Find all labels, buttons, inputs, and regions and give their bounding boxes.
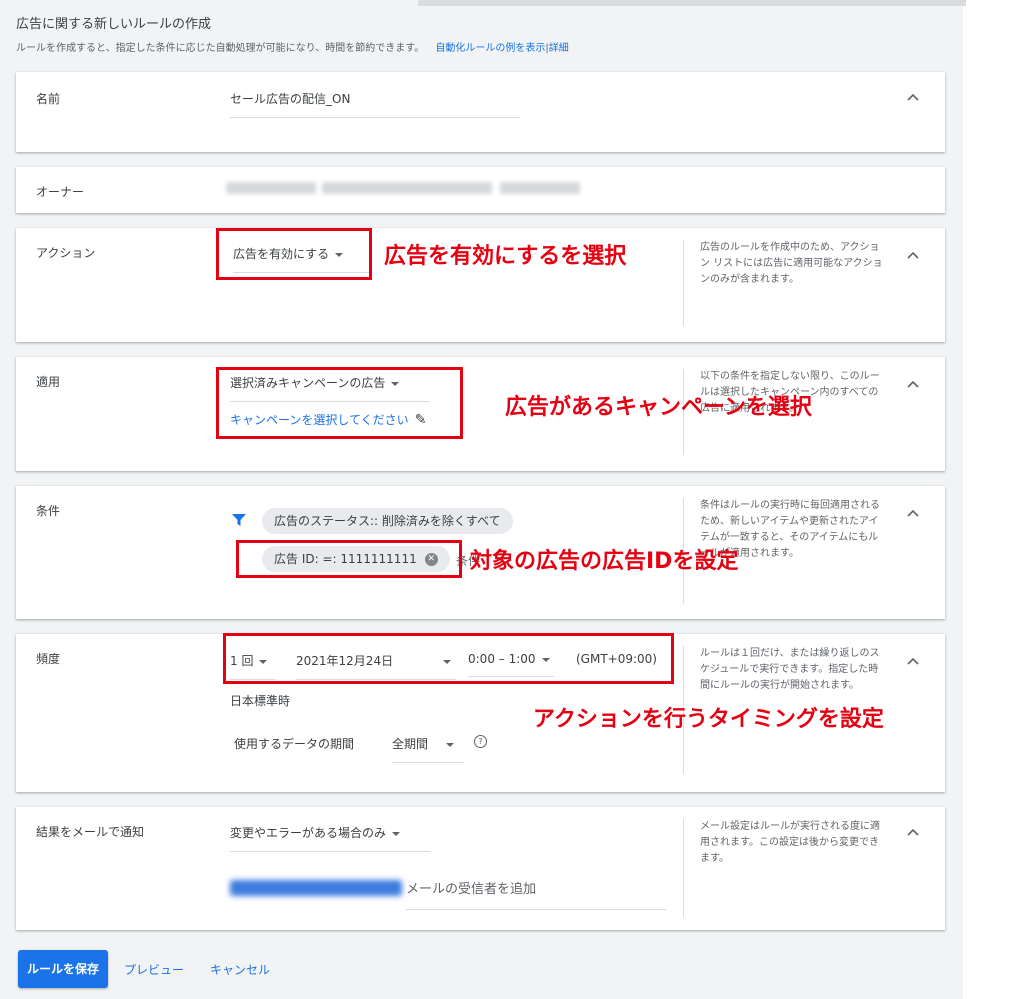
annotation-box-action (216, 228, 372, 280)
name-card: 名前 セール広告の配信_ON (16, 72, 945, 152)
email-help: メール設定はルールが実行される度に適用されます。この設定は後から変更できます。 (683, 819, 888, 917)
email-condition-dropdown[interactable]: 変更やエラーがある場合のみ (230, 824, 430, 852)
collapse-chevron-icon[interactable] (906, 379, 920, 389)
preview-button[interactable]: プレビュー (124, 961, 184, 978)
name-label: 名前 (36, 92, 61, 106)
collapse-chevron-icon[interactable] (906, 508, 920, 518)
frequency-label: 頻度 (36, 652, 61, 666)
top-bar-edge (418, 0, 966, 6)
dropdown-arrow-icon (446, 742, 455, 747)
collapse-chevron-icon[interactable] (906, 92, 920, 102)
data-period-label: 使用するデータの期間 (234, 737, 355, 751)
save-rule-button[interactable]: ルールを保存 (18, 950, 108, 988)
condition-label: 条件 (36, 504, 61, 518)
dropdown-arrow-icon (392, 831, 401, 836)
annotation-box-apply (216, 367, 463, 439)
subtitle-text: ルールを作成すると、指定した条件に応じた自動処理が可能になり、時間を節約できます… (16, 43, 425, 54)
collapse-chevron-icon[interactable] (906, 250, 920, 260)
annotation-text-apply: 広告があるキャンペーンを選択 (505, 395, 812, 420)
name-input[interactable]: セール広告の配信_ON (230, 90, 520, 118)
page-title: 広告に関する新しいルールの作成 (16, 17, 212, 32)
owner-card: オーナー (16, 167, 945, 213)
owner-label: オーナー (36, 185, 85, 199)
details-link[interactable]: 詳細 (549, 43, 569, 54)
email-recipient-input[interactable]: メールの受信者を追加 (406, 878, 666, 910)
filter-icon (232, 514, 246, 529)
timezone-name: 日本標準時 (230, 694, 291, 708)
email-label: 結果をメールで通知 (36, 825, 145, 839)
cancel-button[interactable]: キャンセル (210, 961, 270, 978)
annotation-box-condition (236, 540, 462, 578)
action-help: 広告のルールを作成中のため、アクション リストには広告に適用可能なアクションのみ… (683, 240, 888, 326)
blurred-email-chip (230, 880, 402, 896)
apply-label: 適用 (36, 375, 61, 389)
owner-blurred-3 (500, 182, 580, 194)
email-condition-text: 変更やエラーがある場合のみ (230, 826, 387, 840)
email-card: 結果をメールで通知 変更やエラーがある場合のみ メールの受信者を追加 メール設定… (16, 807, 945, 930)
owner-blurred-2 (322, 182, 492, 194)
data-period-dropdown[interactable]: 全期間 (392, 735, 464, 763)
action-label: アクション (36, 246, 96, 260)
page-subtitle: ルールを作成すると、指定した条件に応じた自動処理が可能になり、時間を節約できます… (16, 39, 569, 54)
collapse-chevron-icon[interactable] (906, 827, 920, 837)
status-chip[interactable]: 広告のステータス:: 削除済みを除くすべて (262, 508, 513, 534)
annotation-text-frequency: アクションを行うタイミングを設定 (533, 707, 884, 732)
example-rules-link[interactable]: 自動化ルールの例を表示 (435, 43, 545, 54)
help-question-icon[interactable]: ? (474, 735, 487, 748)
annotation-text-condition: 対象の広告の広告IDを設定 (470, 549, 739, 574)
data-period-text: 全期間 (392, 737, 429, 751)
annotation-box-frequency (223, 633, 674, 684)
owner-blurred-1 (226, 182, 316, 194)
annotation-text-action: 広告を有効にするを選択 (384, 244, 627, 269)
collapse-chevron-icon[interactable] (906, 656, 920, 666)
